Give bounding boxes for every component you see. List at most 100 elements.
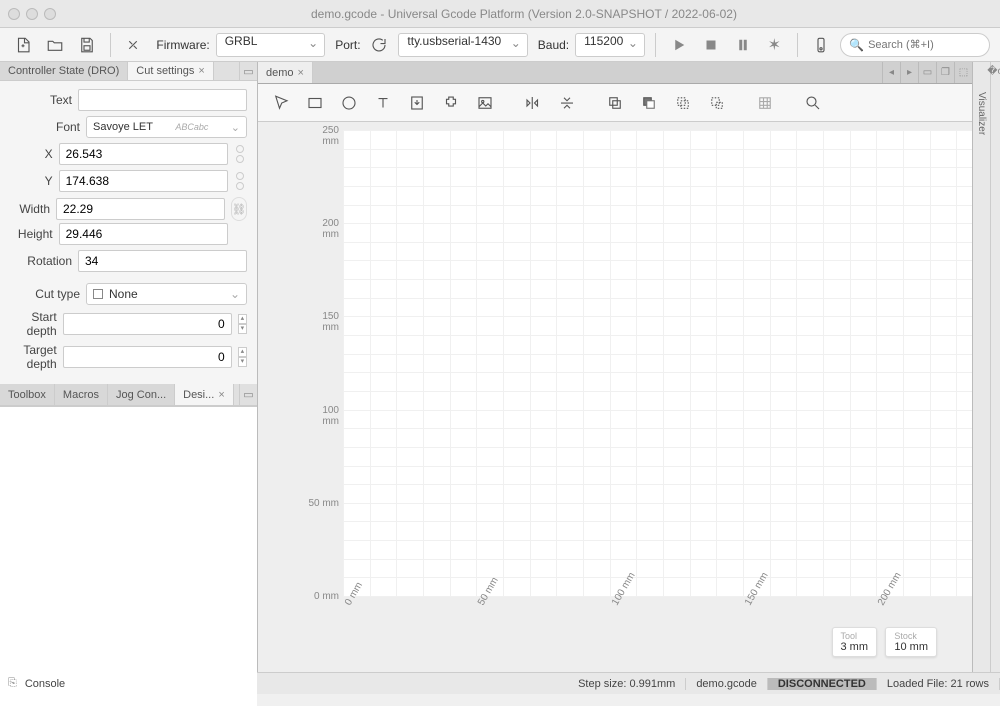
zoom-window-icon[interactable] [44,8,56,20]
window-nav-next-icon[interactable]: ▸ [900,62,918,83]
panel-menu-icon[interactable]: ▭ [239,384,257,405]
break-apart-button[interactable] [702,88,732,118]
firmware-select[interactable]: GRBL [216,33,326,57]
firmware-label: Firmware: [156,38,209,52]
union-button[interactable] [600,88,630,118]
window-minimize-icon[interactable]: ▭ [918,62,936,83]
save-file-button[interactable] [74,32,100,58]
console-label[interactable]: Console [25,678,65,690]
dock-handle-icon[interactable]: �σ [990,62,1000,672]
tab-demo[interactable]: demo× [258,62,313,83]
anchor-dot[interactable] [236,155,244,163]
y-axis-label: 50 mm [303,498,339,509]
y-axis-label: 200 mm [303,218,339,240]
cuttype-select[interactable]: None ⌄ [86,283,247,305]
search-icon: 🔍 [849,38,864,52]
anchor-dot[interactable] [236,172,244,180]
startdepth-spinner[interactable]: ▴▾ [238,314,247,334]
canvas-viewport[interactable]: 250 mm200 mm150 mm100 mm50 mm0 mm 0 mm50… [258,122,972,672]
rectangle-tool[interactable] [300,88,330,118]
import-tool[interactable] [402,88,432,118]
y-axis-label: 100 mm [303,405,339,427]
height-input[interactable] [59,223,228,245]
open-file-button[interactable] [42,32,68,58]
image-tool[interactable] [470,88,500,118]
height-label: Height [10,227,53,241]
text-tool[interactable] [368,88,398,118]
window-restore-icon[interactable]: ❐ [936,62,954,83]
baud-select[interactable]: 115200 [575,33,645,57]
close-tab-icon[interactable]: × [218,389,224,401]
close-window-icon[interactable] [8,8,20,20]
select-tool[interactable] [266,88,296,118]
connect-button[interactable] [121,32,147,58]
port-select[interactable]: tty.usbserial-1430 [398,33,527,57]
subtract-button[interactable] [634,88,664,118]
rotation-input[interactable] [78,250,247,272]
y-axis-label: 250 mm [303,125,339,147]
pause-button[interactable] [730,32,756,58]
targetdepth-label: Target depth [10,343,57,371]
visualizer-sidebar[interactable]: Visualizer [972,62,990,672]
tab-design[interactable]: Desi...× [175,384,234,405]
text-label: Text [10,93,72,107]
flip-vertical-button[interactable] [552,88,582,118]
main-area: demo× ◂ ▸ ▭ ❐ ⬚ [258,62,972,672]
unlock-button[interactable]: ✶ [761,32,787,58]
tab-toolbox[interactable]: Toolbox [0,384,55,405]
y-axis-label: 150 mm [303,311,339,333]
width-input[interactable] [56,198,225,220]
tab-jog-controller[interactable]: Jog Con... [108,384,175,405]
port-label: Port: [335,38,360,52]
y-input[interactable] [59,170,228,192]
panel-menu-icon[interactable]: ▭ [239,62,257,80]
link-dimensions-icon[interactable]: ⛓ [231,197,247,221]
targetdepth-spinner[interactable]: ▴▾ [238,347,247,367]
file-name-status: demo.gcode [686,678,768,690]
close-tab-icon[interactable]: × [198,65,204,77]
window-maximize-icon[interactable]: ⬚ [954,62,972,83]
editor-tab-row: demo× ◂ ▸ ▭ ❐ ⬚ [258,62,972,84]
chevron-down-icon: ⌄ [231,121,240,134]
flip-horizontal-button[interactable] [518,88,548,118]
tab-controller-state[interactable]: Controller State (DRO) [0,62,128,80]
extension-tool[interactable] [436,88,466,118]
design-canvas[interactable] [343,130,972,596]
left-panel: Controller State (DRO) Cut settings× ▭ T… [0,62,258,672]
tool-info-box: Tool 3 mm [832,627,878,657]
font-select[interactable]: Savoye LET ABCabc ⌄ [86,116,247,138]
anchor-dot[interactable] [236,145,244,153]
dock-icon[interactable]: ⎘ [8,677,17,690]
x-input[interactable] [59,143,228,165]
visualizer-label: Visualizer [976,92,987,135]
circle-tool[interactable] [334,88,364,118]
stock-info-box: Stock 10 mm [885,627,937,657]
grid-toggle-button[interactable] [750,88,780,118]
titlebar: demo.gcode - Universal Gcode Platform (V… [0,0,1000,28]
stop-button[interactable] [698,32,724,58]
window-controls [8,8,56,20]
window-title: demo.gcode - Universal Gcode Platform (V… [56,7,992,21]
pendant-button[interactable] [808,32,834,58]
run-button[interactable] [666,32,692,58]
design-toolbar [258,84,972,122]
refresh-ports-button[interactable] [367,32,393,58]
tab-macros[interactable]: Macros [55,384,108,405]
y-axis-label: 0 mm [303,591,339,602]
zoom-button[interactable] [798,88,828,118]
x-label: X [10,147,53,161]
intersect-button[interactable] [668,88,698,118]
targetdepth-input[interactable] [63,346,232,368]
text-input[interactable] [78,89,247,111]
window-nav-prev-icon[interactable]: ◂ [882,62,900,83]
startdepth-input[interactable] [63,313,232,335]
minimize-window-icon[interactable] [26,8,38,20]
width-label: Width [10,202,50,216]
new-file-button[interactable] [10,32,36,58]
search-box[interactable]: 🔍 ✕ [840,33,990,57]
close-tab-icon[interactable]: × [298,67,304,79]
loaded-file-status: Loaded File: 21 rows [877,678,1000,690]
search-input[interactable] [868,39,1000,51]
tab-cut-settings[interactable]: Cut settings× [128,62,214,80]
anchor-dot[interactable] [236,182,244,190]
